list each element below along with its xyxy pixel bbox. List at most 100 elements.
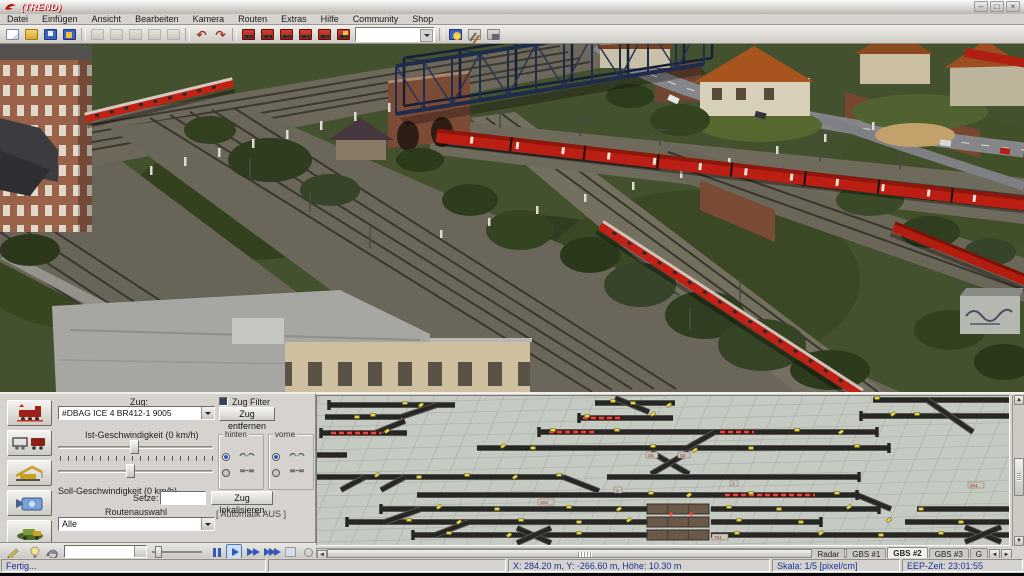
camera-select-combobox[interactable] (64, 545, 147, 558)
menu-routen[interactable]: Routen (231, 14, 274, 24)
play-button[interactable] (226, 544, 242, 559)
undo-button[interactable]: ↶ (193, 27, 210, 42)
route-select-combobox[interactable]: Alle (58, 517, 215, 531)
gbs-vertical-scrollbar[interactable]: ▲ ▼ (1012, 395, 1024, 546)
menu-extras[interactable]: Extras (274, 14, 314, 24)
detach-panel-button[interactable] (300, 544, 316, 559)
insert-train-button[interactable] (240, 27, 257, 42)
cut-button[interactable] (89, 27, 106, 42)
train-select-combobox[interactable]: #DBAG ICE 4 BR412-1 9005 (58, 406, 215, 420)
menu-datei[interactable]: Datei (0, 14, 35, 24)
svg-text:2S: 2S (648, 453, 654, 458)
save-as-button[interactable] (61, 27, 78, 42)
svg-text:1S2: 1S2 (540, 500, 549, 505)
menu-einfügen[interactable]: Einfügen (35, 14, 85, 24)
vorne-radio-coupled[interactable] (272, 453, 280, 461)
tools-button[interactable] (466, 27, 483, 42)
camera-rotate-button[interactable] (44, 544, 60, 559)
gbs-vscroll-thumb[interactable] (1014, 458, 1024, 496)
menu-kamera[interactable]: Kamera (186, 14, 232, 24)
zug-filter-checkbox[interactable] (219, 397, 228, 406)
crane-mode-button[interactable] (7, 460, 52, 486)
pause-button[interactable] (208, 544, 224, 559)
menu-hilfe[interactable]: Hilfe (314, 14, 346, 24)
day-night-button[interactable] (447, 27, 464, 42)
camera-mode-button[interactable] (7, 490, 52, 516)
train-mode-button[interactable] (7, 400, 52, 426)
gbs-track-diagram[interactable]: 2SS211S217S12S1 (316, 395, 1010, 546)
new-file-button[interactable] (4, 27, 21, 42)
maximize-button[interactable]: □ (990, 1, 1004, 12)
status-coordinates: X: 284.20 m, Y: -266.60 m, Höhe: 10.30 m (508, 559, 770, 572)
status-eep-time: EEP-Zeit: 23:01:55 (902, 559, 1023, 572)
rolling-stock-button[interactable] (7, 430, 52, 456)
copy-button[interactable] (108, 27, 125, 42)
train-select-dropdown-icon[interactable] (201, 407, 214, 419)
remove-train-button[interactable] (259, 27, 276, 42)
redo-icon: ↷ (214, 29, 227, 40)
zug-entfernen-button[interactable]: Zug entfernen (219, 407, 275, 421)
shunt-train-button[interactable] (297, 27, 314, 42)
redo-button[interactable]: ↷ (212, 27, 229, 42)
couple-train-button[interactable] (278, 27, 295, 42)
menu-ansicht[interactable]: Ansicht (85, 14, 129, 24)
record-window-button[interactable] (282, 544, 298, 559)
svg-text:2S1: 2S1 (970, 483, 979, 488)
app-logo-icon (4, 2, 18, 12)
hinten-groupbox: hinten (218, 434, 264, 490)
remove-train-icon (261, 29, 274, 40)
menu-community[interactable]: Community (346, 14, 406, 24)
vorne-couple-icon (283, 451, 311, 458)
status-spacer (268, 559, 506, 572)
duplicate-button[interactable] (146, 27, 163, 42)
toolbar-combobox[interactable] (355, 27, 435, 42)
paste-button[interactable] (127, 27, 144, 42)
vorne-label: vorne (273, 430, 297, 439)
status-scale: Skala: 1/5 [pixel/cm] (772, 559, 900, 572)
reverse-train-button[interactable] (316, 27, 333, 42)
scroll-up-icon[interactable]: ▲ (1014, 395, 1024, 405)
status-bar: Fertig... X: 284.20 m, Y: -266.60 m, Höh… (0, 558, 1024, 573)
menu-bearbeiten[interactable]: Bearbeiten (128, 14, 186, 24)
camera-view-button[interactable] (485, 27, 502, 42)
main-toolbar: ↶↷ (0, 25, 1024, 44)
3d-scene (0, 44, 1024, 392)
hinten-radio-coupled[interactable] (222, 453, 230, 461)
save-button[interactable] (42, 27, 59, 42)
route-select-dropdown-icon[interactable] (201, 518, 214, 530)
close-button[interactable]: × (1006, 1, 1020, 12)
light-toggle-button[interactable] (26, 544, 42, 559)
menu-shop[interactable]: Shop (405, 14, 440, 24)
gbs-hscroll-thumb[interactable] (327, 549, 861, 558)
open-file-button[interactable] (23, 27, 40, 42)
duplicate-icon (148, 29, 161, 40)
edit-mode-button[interactable] (4, 544, 20, 559)
vorne-radio-uncoupled[interactable] (272, 469, 280, 477)
minimize-button[interactable]: – (974, 1, 988, 12)
soll-speed-slider-thumb[interactable] (126, 464, 135, 478)
fast-forward-button[interactable] (244, 544, 260, 559)
setze-label: Setze: (133, 493, 159, 503)
save-icon (44, 29, 57, 40)
hinten-radio-uncoupled[interactable] (222, 469, 230, 477)
open-file-icon (25, 29, 38, 40)
refresh-icon (167, 29, 180, 40)
time-lapse-slider-thumb[interactable] (155, 546, 162, 558)
menu-bar: DateiEinfügenAnsichtBearbeitenKameraRout… (0, 14, 1024, 25)
svg-text:S2: S2 (680, 453, 686, 458)
train-depot-button[interactable] (335, 27, 352, 42)
refresh-button[interactable] (165, 27, 182, 42)
window-title: (TREND) (21, 2, 62, 12)
insert-train-icon (242, 29, 255, 40)
3d-viewport[interactable] (0, 44, 1024, 392)
ist-speed-slider-thumb[interactable] (130, 440, 139, 454)
camera-select-dropdown-icon[interactable] (134, 546, 146, 557)
toolbar-separator (81, 28, 86, 41)
scroll-down-icon[interactable]: ▼ (1014, 536, 1024, 546)
setze-input[interactable] (160, 491, 206, 505)
max-speed-button[interactable] (262, 544, 278, 559)
zug-lokalisieren-button[interactable]: Zug lokalisieren (211, 491, 273, 505)
undo-icon: ↶ (195, 29, 208, 40)
soll-speed-slider-track[interactable] (58, 470, 213, 473)
couple-train-icon (280, 29, 293, 40)
